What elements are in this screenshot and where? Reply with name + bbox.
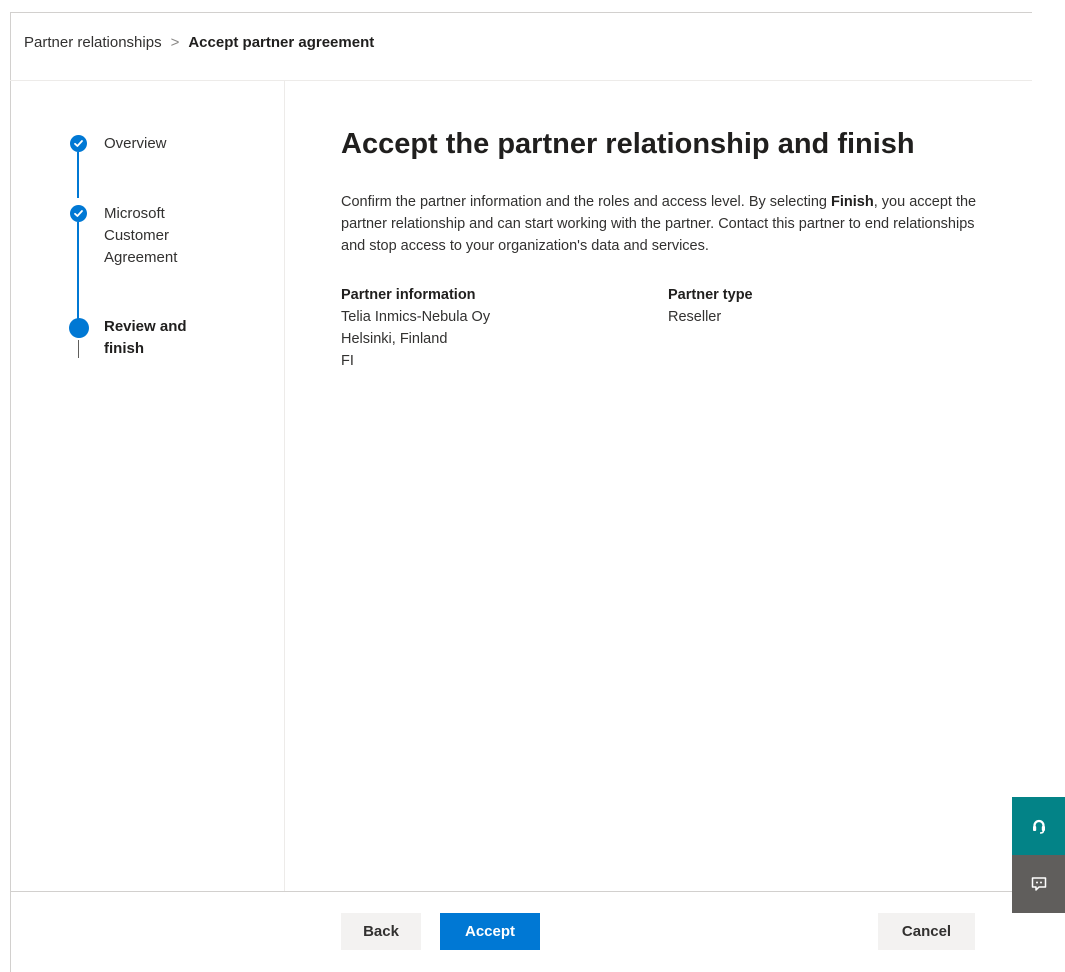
accept-button[interactable]: Accept <box>440 913 540 950</box>
description-finish-emphasis: Finish <box>831 194 874 210</box>
step-connector-pending <box>78 340 79 358</box>
stepper-divider <box>284 81 285 891</box>
partner-location: Helsinki, Finland <box>341 331 448 347</box>
breadcrumb-partner-relationships[interactable]: Partner relationships <box>24 34 162 51</box>
partner-type-section: Partner type Reseller <box>668 284 753 328</box>
back-button[interactable]: Back <box>341 913 421 950</box>
breadcrumb-current-page: Accept partner agreement <box>188 34 375 51</box>
breadcrumb-separator: > <box>170 34 180 51</box>
step-current-dot-icon <box>69 318 89 338</box>
page-title: Accept the partner relationship and fini… <box>341 128 915 160</box>
page-description: Confirm the partner information and the … <box>341 191 991 257</box>
feedback-chat-icon <box>1031 877 1046 891</box>
step-review-and-finish: Review and finish <box>104 318 187 357</box>
partner-information-heading: Partner information <box>341 287 476 303</box>
step-connector <box>77 152 79 198</box>
partner-type-heading: Partner type <box>668 287 753 303</box>
feedback-chat-button[interactable] <box>1012 855 1065 913</box>
partner-name: Telia Inmics-Nebula Oy <box>341 309 491 325</box>
cancel-button[interactable]: Cancel <box>878 913 975 950</box>
partner-country: FI <box>341 353 354 369</box>
footer-divider <box>10 891 1032 892</box>
step-connector <box>77 222 79 320</box>
step-completed-check-icon <box>70 135 87 152</box>
header-divider <box>10 80 1032 81</box>
step-completed-check-icon <box>70 205 87 222</box>
breadcrumb: Partner relationships > Accept partner a… <box>24 34 374 51</box>
partner-information-section: Partner information Telia Inmics-Nebula … <box>341 284 490 372</box>
help-headset-button[interactable] <box>1012 797 1065 855</box>
description-text: Confirm the partner information and the … <box>341 194 832 210</box>
partner-type-value: Reseller <box>668 309 722 325</box>
step-microsoft-customer-agreement[interactable]: Microsoft Customer Agreement <box>104 203 204 269</box>
help-headset-icon <box>1032 819 1045 834</box>
step-overview[interactable]: Overview <box>104 133 214 155</box>
